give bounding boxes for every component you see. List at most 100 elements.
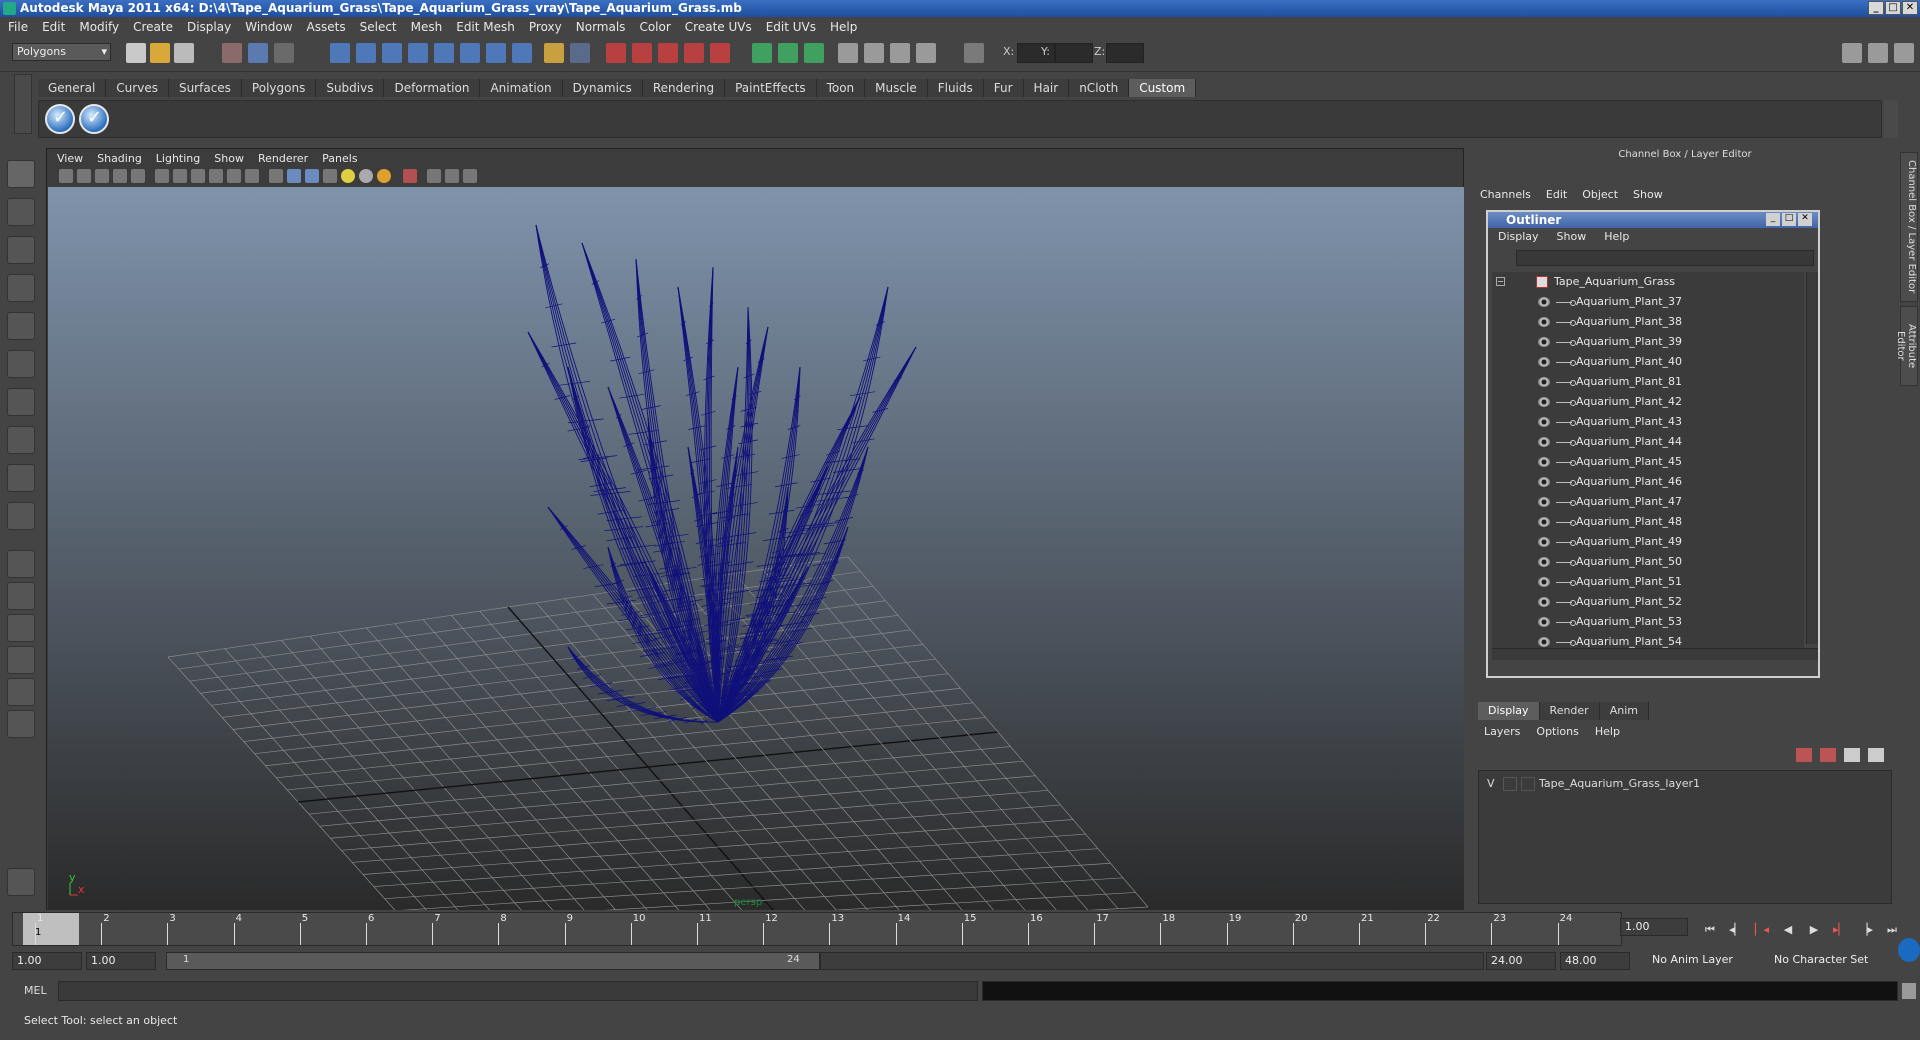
outliner-maximize-button[interactable]: □ [1782, 213, 1796, 226]
shelf-tab-rendering[interactable]: Rendering [642, 79, 726, 97]
layer-menu-layers[interactable]: Layers [1484, 725, 1520, 738]
step-back-key-button[interactable]: ▏◂ [1754, 923, 1770, 937]
render-settings-icon[interactable] [916, 43, 936, 63]
script-editor-button-icon[interactable] [1902, 983, 1916, 999]
menu-window[interactable]: Window [245, 20, 292, 34]
select-object-icon[interactable] [248, 43, 268, 63]
select-component-icon[interactable] [274, 43, 294, 63]
menu-mesh[interactable]: Mesh [411, 20, 443, 34]
safe-action-icon[interactable] [227, 169, 241, 183]
field-chart-icon[interactable] [209, 169, 223, 183]
universal-manipulator-icon[interactable] [7, 388, 35, 416]
outliner-menu-display[interactable]: Display [1498, 230, 1539, 243]
wireframe-on-shaded-icon[interactable] [305, 169, 319, 183]
show-tool-settings-icon[interactable] [1868, 43, 1888, 63]
last-tool-icon[interactable] [7, 502, 35, 530]
render-frame-icon[interactable] [864, 43, 884, 63]
layer-menu-options[interactable]: Options [1536, 725, 1578, 738]
channel-box-menu-show[interactable]: Show [1633, 188, 1663, 201]
step-back-frame-button[interactable]: ◂▏ [1728, 923, 1744, 937]
go-to-end-button[interactable]: ⏭ [1884, 923, 1900, 937]
ipr-render-icon[interactable] [890, 43, 910, 63]
outliner-horizontal-scrollbar[interactable] [1492, 648, 1818, 660]
step-forward-key-button[interactable]: ▸▏ [1832, 923, 1848, 937]
viewport-menu-panels[interactable]: Panels [322, 152, 357, 165]
viewport-menu-view[interactable]: View [57, 152, 83, 165]
soft-mod-tool-icon[interactable] [7, 426, 35, 454]
new-scene-icon[interactable] [126, 43, 146, 63]
channel-box-menu-edit[interactable]: Edit [1546, 188, 1567, 201]
anim-layer-dropdown[interactable]: No Anim Layer [1648, 952, 1748, 970]
outliner-item[interactable]: Aquarium_Plant_48 [1492, 512, 1802, 532]
step-forward-frame-button[interactable]: ▕▸ [1858, 923, 1874, 937]
time-slider[interactable]: 1 1 2 3 4 5 6 7 8 9 10 11 12 13 14 15 16 17 18 19 20 21 22 23 2… [12, 912, 1622, 946]
lasso-tool-icon[interactable] [7, 198, 35, 226]
magnet-icon-3[interactable] [658, 43, 678, 63]
viewport-menu-shading[interactable]: Shading [97, 152, 142, 165]
shelf-tab-curves[interactable]: Curves [106, 79, 169, 97]
shelf-tab-dynamics[interactable]: Dynamics [562, 79, 643, 97]
outliner-item[interactable]: Aquarium_Plant_47 [1492, 492, 1802, 512]
outliner-filter-field[interactable] [1516, 250, 1814, 266]
playback-end-field[interactable]: 24.00 [1486, 952, 1556, 970]
layer-tab-display[interactable]: Display [1478, 702, 1540, 720]
outliner-menu-show[interactable]: Show [1557, 230, 1587, 243]
magnet-icon-5[interactable] [710, 43, 730, 63]
outliner-item[interactable]: Aquarium_Plant_43 [1492, 412, 1802, 432]
custom-shelf-check-icon-2[interactable] [79, 104, 109, 134]
image-plane-icon[interactable] [113, 169, 127, 183]
menu-edit[interactable]: Edit [42, 20, 65, 34]
xray-icon[interactable] [427, 169, 441, 183]
select-tool-icon[interactable] [7, 160, 35, 188]
magnet-icon-4[interactable] [684, 43, 704, 63]
magnet-icon-1[interactable] [606, 43, 626, 63]
shelf-tab-deformation[interactable]: Deformation [384, 79, 481, 97]
outliner-item[interactable]: Aquarium_Plant_52 [1492, 592, 1802, 612]
camera-attributes-icon[interactable] [77, 169, 91, 183]
save-scene-icon[interactable] [174, 43, 194, 63]
new-layer-icon-1[interactable] [1796, 748, 1812, 762]
outliner-item[interactable]: Aquarium_Plant_51 [1492, 572, 1802, 592]
outliner-item[interactable]: Aquarium_Plant_37 [1492, 292, 1802, 312]
z-coord-field[interactable] [1106, 43, 1144, 63]
history-icon[interactable] [460, 43, 480, 63]
outliner-menu-help[interactable]: Help [1604, 230, 1629, 243]
shelf-tab-toon[interactable]: Toon [816, 79, 866, 97]
high-quality-icon[interactable] [377, 169, 391, 183]
layer-tab-anim[interactable]: Anim [1599, 702, 1649, 720]
shelf-scroll[interactable] [1884, 100, 1898, 138]
attribute-editor-side-tab[interactable]: Attribute Editor [1895, 306, 1918, 386]
outliner-root-item[interactable]: − Tape_Aquarium_Grass [1492, 272, 1802, 292]
animation-end-field[interactable]: 48.00 [1560, 952, 1630, 970]
film-gate-icon[interactable] [155, 169, 169, 183]
shelf-tab-ncloth[interactable]: nCloth [1069, 79, 1130, 97]
layer-color-swatch[interactable] [1521, 777, 1535, 791]
menu-assets[interactable]: Assets [307, 20, 346, 34]
select-by-name-icon[interactable] [570, 43, 590, 63]
resolution-gate-icon[interactable] [173, 169, 187, 183]
shadows-icon[interactable] [359, 169, 373, 183]
range-slider-track[interactable] [820, 952, 1484, 970]
snap-live-icon[interactable] [434, 43, 454, 63]
outliner-item[interactable]: Aquarium_Plant_39 [1492, 332, 1802, 352]
menu-file[interactable]: File [8, 20, 28, 34]
smooth-shade-icon[interactable] [287, 169, 301, 183]
channel-box-menu-object[interactable]: Object [1582, 188, 1618, 201]
layer-menu-help[interactable]: Help [1595, 725, 1620, 738]
construction-history-icon[interactable] [804, 43, 824, 63]
textured-mode-icon[interactable] [323, 169, 337, 183]
single-perspective-layout-icon[interactable] [7, 550, 35, 578]
outliner-item[interactable]: Aquarium_Plant_49 [1492, 532, 1802, 552]
shelf-tab-surfaces[interactable]: Surfaces [168, 79, 242, 97]
close-button[interactable]: ✕ [1902, 1, 1918, 15]
outliner-item[interactable]: Aquarium_Plant_81 [1492, 372, 1802, 392]
minimize-button[interactable]: _ [1868, 1, 1884, 15]
y-coord-field[interactable] [1055, 43, 1093, 63]
xray-components-icon[interactable] [463, 169, 477, 183]
channel-box-menu-channels[interactable]: Channels [1480, 188, 1531, 201]
menu-proxy[interactable]: Proxy [529, 20, 562, 34]
layer-name[interactable]: Tape_Aquarium_Grass_layer1 [1539, 775, 1700, 793]
collapse-toggle-icon[interactable]: − [1496, 277, 1505, 286]
outliner-close-button[interactable]: ✕ [1798, 213, 1812, 226]
shelf-tab-animation[interactable]: Animation [480, 79, 563, 97]
